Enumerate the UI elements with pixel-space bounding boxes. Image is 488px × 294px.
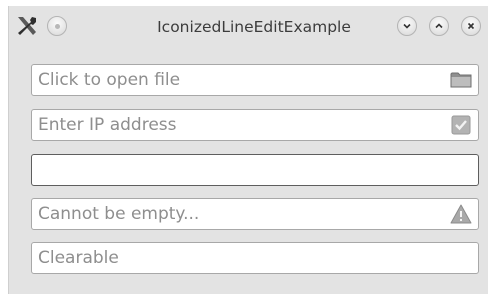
ip-address-placeholder: Enter IP address: [38, 115, 177, 135]
minimize-icon: [403, 23, 411, 29]
window-menu-button[interactable]: [47, 16, 67, 36]
checkmark-icon: [450, 115, 472, 135]
warning-icon: [450, 204, 472, 224]
menu-dot-icon: [54, 23, 60, 29]
clearable-input[interactable]: Clearable: [31, 242, 479, 274]
clearable-placeholder: Clearable: [38, 248, 119, 268]
cannot-be-empty-input[interactable]: Cannot be empty...: [31, 198, 479, 230]
title-bar[interactable]: IconizedLineEditExample: [9, 6, 488, 48]
open-file-input[interactable]: Click to open file: [31, 64, 479, 96]
window-title: IconizedLineEditExample: [157, 18, 351, 36]
open-file-placeholder: Click to open file: [38, 70, 181, 90]
minimize-button[interactable]: [397, 16, 417, 36]
folder-icon[interactable]: [450, 70, 472, 90]
maximize-icon: [435, 23, 443, 29]
close-button[interactable]: [461, 16, 481, 36]
close-icon: [467, 22, 475, 30]
app-window: IconizedLineEditExample Click to open fi…: [8, 6, 488, 294]
maximize-button[interactable]: [429, 16, 449, 36]
tools-icon[interactable]: [15, 14, 39, 38]
cannot-be-empty-placeholder: Cannot be empty...: [38, 204, 200, 224]
ip-address-input[interactable]: Enter IP address: [31, 109, 479, 141]
blank-input[interactable]: [31, 154, 479, 186]
